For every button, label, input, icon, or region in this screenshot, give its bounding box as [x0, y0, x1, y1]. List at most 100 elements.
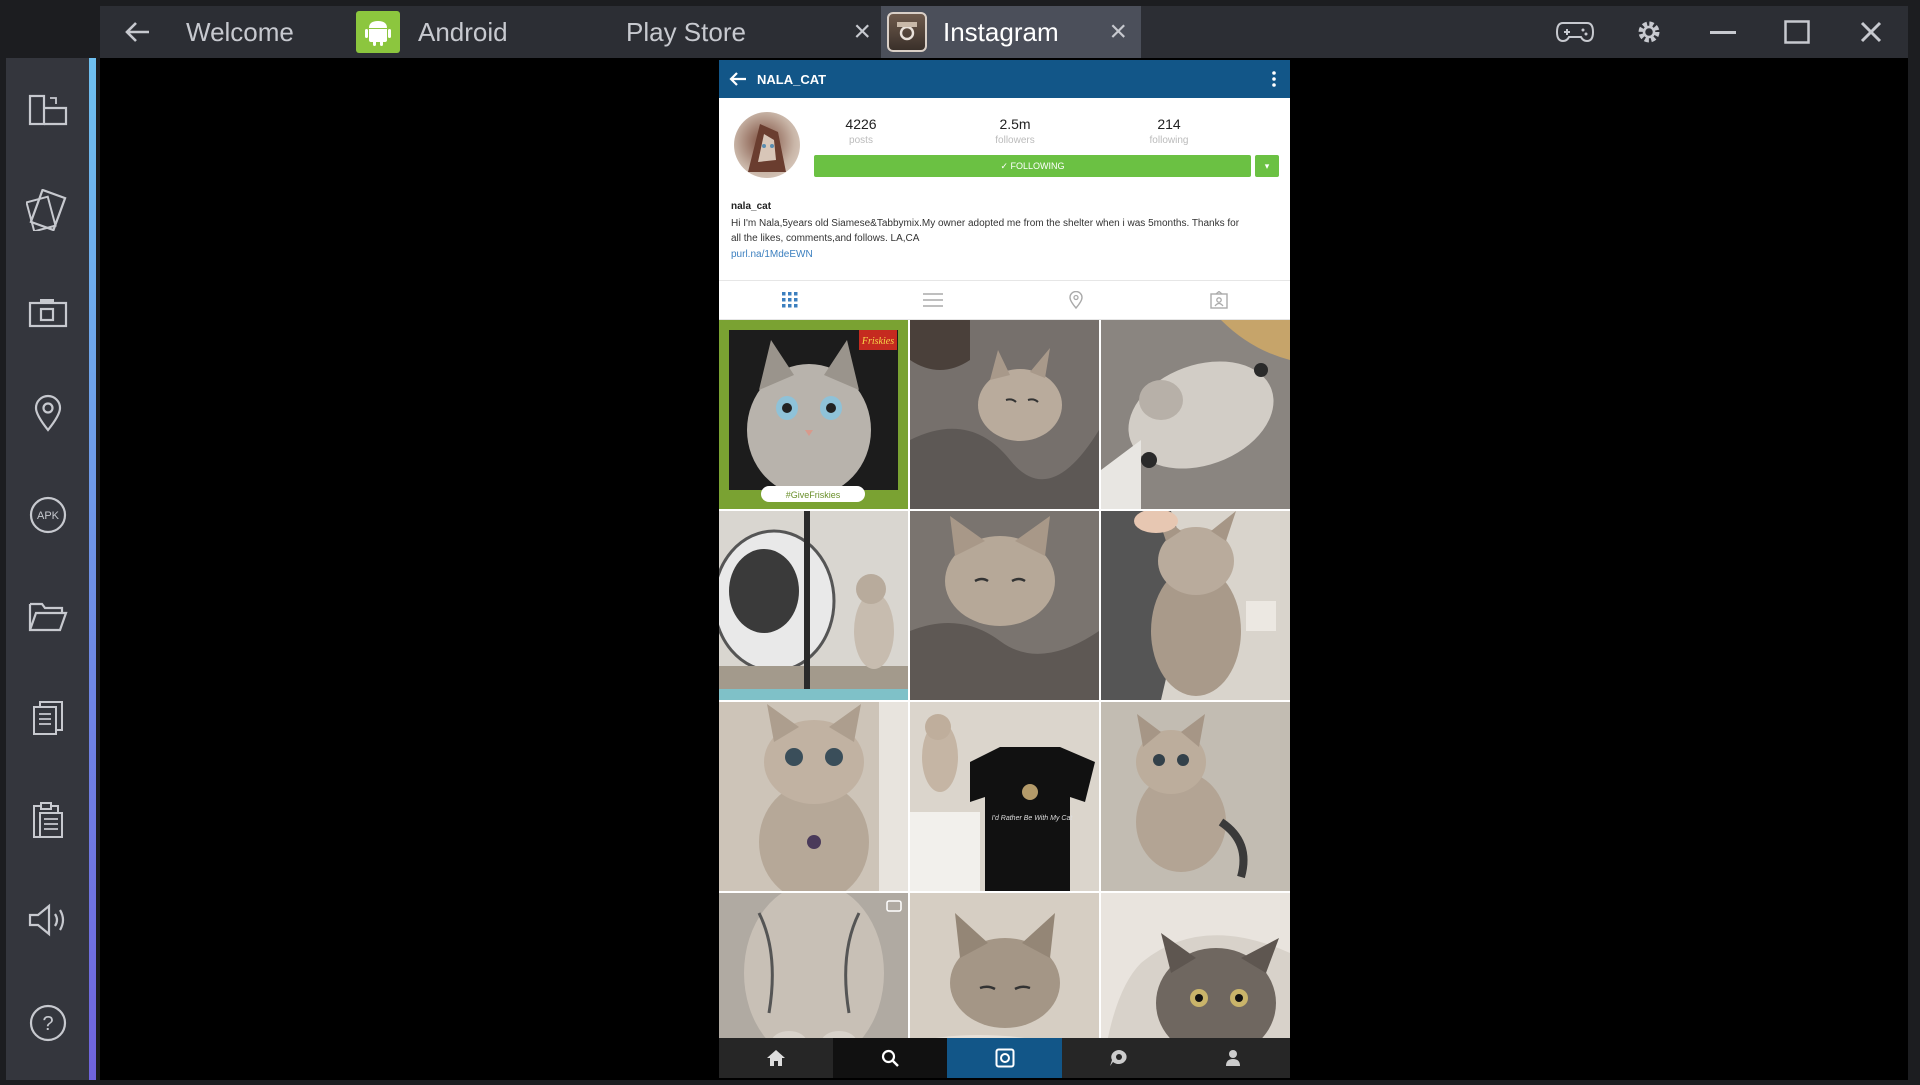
- tab-list-view[interactable]: [862, 281, 1005, 319]
- tab-play-store-label: Play Store: [626, 16, 746, 47]
- activity-bubble-icon: [1109, 1050, 1127, 1066]
- stat-following-label: following: [1149, 135, 1189, 146]
- grid-icon: [782, 292, 798, 308]
- tab-android[interactable]: Android: [356, 6, 626, 58]
- close-tab-instagram-icon[interactable]: ×: [1109, 17, 1127, 47]
- sidebar-item-folder[interactable]: [6, 586, 89, 646]
- window-controls: [1538, 6, 1908, 58]
- arrow-left-icon: [729, 72, 746, 86]
- nav-camera[interactable]: [947, 1038, 1062, 1078]
- camera-icon: [995, 1048, 1014, 1068]
- sidebar-item-camera[interactable]: [6, 283, 89, 343]
- nav-activity[interactable]: [1062, 1038, 1176, 1078]
- nav-profile[interactable]: [1176, 1038, 1290, 1078]
- nav-search[interactable]: [833, 1038, 948, 1078]
- sidebar-item-help[interactable]: ?: [6, 993, 89, 1053]
- photo-tile[interactable]: I'd Rather Be With My Cat: [910, 702, 1099, 891]
- stat-posts-label: posts: [849, 135, 873, 146]
- settings-button[interactable]: [1612, 6, 1686, 58]
- tab-location-view[interactable]: [1005, 281, 1148, 319]
- tab-grid-view[interactable]: [719, 281, 862, 319]
- android-icon: [356, 11, 400, 53]
- nav-home[interactable]: [719, 1038, 833, 1078]
- minimize-icon: [1710, 31, 1736, 34]
- friskies-badge-text: Friskies: [861, 336, 894, 347]
- gamepad-button[interactable]: [1538, 6, 1612, 58]
- title-bar: Welcome Android Play Store × Instagram ×: [100, 6, 1908, 58]
- photo-tile[interactable]: [910, 320, 1099, 509]
- tab-instagram[interactable]: Instagram ×: [881, 6, 1141, 58]
- stat-following[interactable]: 214 following: [1109, 116, 1229, 146]
- bio-text: Hi I'm Nala,5years old Siamese&Tabbymix.…: [731, 218, 1240, 244]
- stat-posts-value: 4226: [845, 116, 877, 132]
- sidebar-item-rotate[interactable]: [6, 180, 89, 240]
- apk-icon: APK: [29, 496, 66, 534]
- sidebar-item-volume[interactable]: [6, 890, 89, 950]
- profile-header-username: NALA_CAT: [757, 71, 827, 87]
- follow-dropdown-button[interactable]: ▾: [1255, 155, 1279, 177]
- volume-icon: [28, 903, 64, 937]
- photo-tile[interactable]: [719, 702, 908, 891]
- tab-welcome[interactable]: Welcome: [176, 6, 356, 58]
- bio-link[interactable]: purl.na/1MdeEWN: [731, 249, 813, 260]
- more-vertical-icon: [1272, 71, 1276, 87]
- gamepad-icon: [1555, 22, 1595, 43]
- tab-tagged-view[interactable]: [1147, 281, 1290, 319]
- profile-icon: [1225, 1050, 1240, 1066]
- close-icon: [1860, 21, 1882, 43]
- sidebar-accent-bar: [89, 58, 96, 1080]
- bluestacks-window: Welcome Android Play Store × Instagram ×: [0, 0, 1920, 1085]
- sidebar-item-apk[interactable]: APK: [6, 485, 89, 545]
- photo-grid: Friskies #GiveFriskies I'd Rather Be Wit…: [719, 320, 1290, 1078]
- camera-icon: [28, 299, 67, 328]
- close-tab-play-store-icon[interactable]: ×: [853, 17, 871, 47]
- stat-followers-label: followers: [995, 135, 1035, 146]
- photo-tile[interactable]: [910, 511, 1099, 700]
- profile-view-tabs: [719, 280, 1290, 320]
- home-icon: [767, 1050, 786, 1066]
- folder-icon: [28, 602, 68, 632]
- photo-tile[interactable]: [1101, 702, 1290, 891]
- instagram-bottom-nav: [719, 1038, 1290, 1078]
- avatar[interactable]: [734, 112, 800, 178]
- arrow-left-icon: [125, 22, 149, 42]
- copy-icon: [32, 701, 63, 735]
- tab-android-label: Android: [418, 16, 508, 47]
- sidebar-item-copy[interactable]: [6, 688, 89, 748]
- more-options-button[interactable]: [1272, 71, 1276, 87]
- minimize-button[interactable]: [1686, 6, 1760, 58]
- list-icon: [923, 293, 944, 307]
- tab-play-store[interactable]: Play Store ×: [626, 6, 881, 58]
- paste-icon: [32, 802, 63, 838]
- location-icon: [34, 394, 61, 432]
- tab-welcome-label: Welcome: [186, 16, 294, 47]
- instagram-app-icon: [887, 12, 927, 52]
- friskies-caption-text: #GiveFriskies: [786, 490, 841, 500]
- sidebar-item-screens[interactable]: [6, 80, 89, 140]
- instagram-back-button[interactable]: [729, 71, 747, 87]
- gear-icon: [1638, 21, 1660, 43]
- tagged-person-icon: [1209, 291, 1228, 309]
- sidebar-item-paste[interactable]: [6, 790, 89, 850]
- help-icon-label: ?: [42, 1013, 53, 1035]
- close-window-button[interactable]: [1834, 6, 1908, 58]
- following-button[interactable]: ✓ FOLLOWING: [814, 155, 1251, 177]
- apk-icon-label: APK: [36, 510, 59, 522]
- maximize-button[interactable]: [1760, 6, 1834, 58]
- stat-followers[interactable]: 2.5m followers: [955, 116, 1075, 146]
- photo-tile[interactable]: [719, 511, 908, 700]
- photo-tile[interactable]: [1101, 511, 1290, 700]
- photo-tile[interactable]: [1101, 320, 1290, 509]
- stat-followers-value: 2.5m: [999, 116, 1031, 132]
- instagram-app: NALA_CAT 4226 posts 2.5m followers 214 f…: [719, 60, 1290, 1078]
- maximize-icon: [1784, 20, 1810, 44]
- instagram-header: NALA_CAT: [719, 60, 1290, 98]
- stat-posts: 4226 posts: [801, 116, 921, 146]
- stat-following-value: 214: [1157, 116, 1181, 132]
- photo-tile[interactable]: Friskies #GiveFriskies: [719, 320, 908, 509]
- help-icon: ?: [29, 1004, 66, 1042]
- back-button[interactable]: [100, 6, 176, 58]
- sidebar-item-location[interactable]: [6, 383, 89, 443]
- tool-sidebar: APK ?: [6, 58, 96, 1080]
- bio-name: nala_cat: [731, 201, 772, 212]
